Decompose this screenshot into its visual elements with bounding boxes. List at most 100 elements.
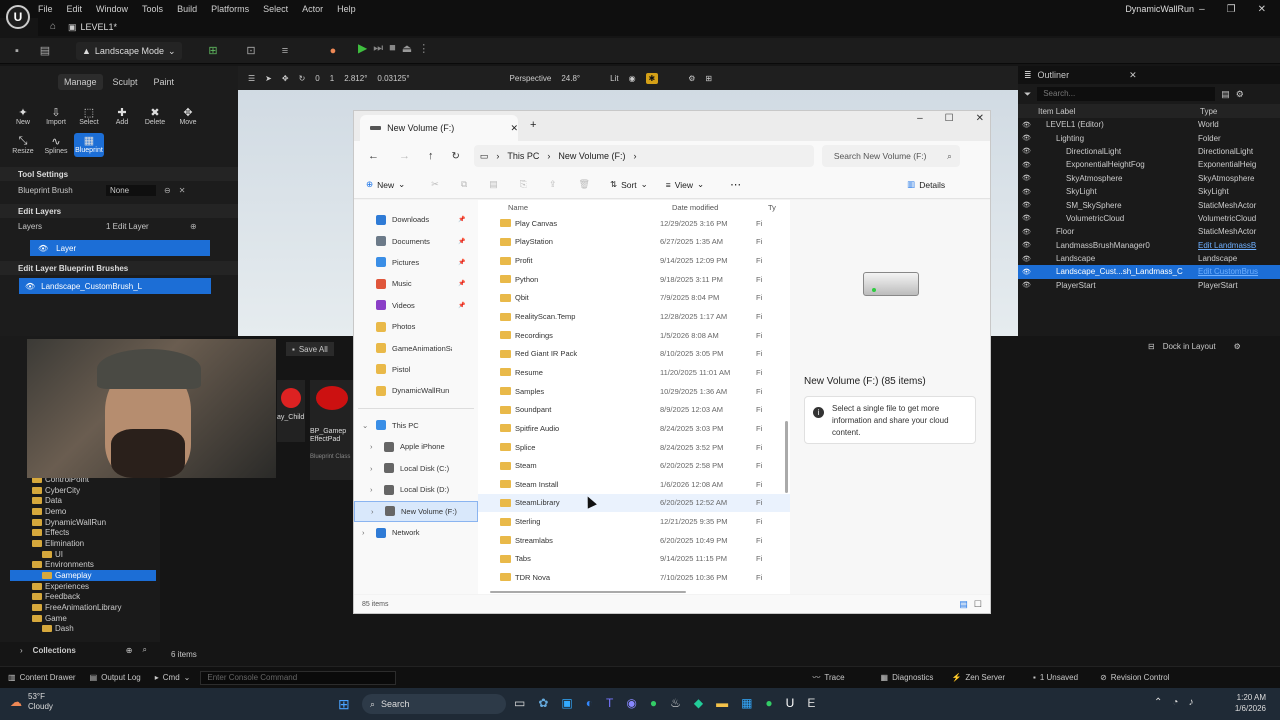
tool-splines[interactable]: ∿ Splines	[41, 135, 71, 155]
visibility-icon[interactable]: 👁	[1022, 147, 1036, 155]
trace-button[interactable]: 〰 Trace	[812, 672, 844, 683]
visibility-icon[interactable]: 👁	[1022, 255, 1036, 263]
menu-window[interactable]: Window	[96, 4, 128, 14]
asset-thumb-effectpad[interactable]: BP_Gamep EffectPad Blueprint Class	[310, 380, 353, 480]
file-explorer-icon[interactable]: ▬	[716, 696, 728, 710]
nav-item[interactable]: DynamicWallRun	[354, 380, 478, 401]
pc-tree-item[interactable]: › Local Disk (D:)	[354, 479, 478, 501]
tool-move[interactable]: ✥ Move	[173, 106, 203, 126]
step-icon[interactable]: ⏭	[373, 42, 383, 55]
search-collections-icon[interactable]: ⌕	[143, 645, 147, 655]
menu-file[interactable]: File	[38, 4, 53, 14]
select-mode-icon[interactable]: ➤	[265, 74, 272, 83]
menu-actor[interactable]: Actor	[302, 4, 323, 14]
file-row[interactable]: Recordings 1/5/2026 8:08 AM Fi	[478, 326, 790, 345]
close-tab-icon[interactable]: ✕	[510, 123, 518, 134]
outliner-row[interactable]: 👁 Landscape_Cust...sh_Landmass_C Edit Cust…	[1018, 265, 1280, 279]
grid-snap-value[interactable]: 0	[315, 74, 319, 83]
spotify-icon[interactable]: ●	[765, 696, 772, 710]
breadcrumb-this-pc[interactable]: This PC	[507, 151, 539, 161]
content-drawer-button[interactable]: ▥ Content Drawer	[8, 673, 76, 682]
copilot-icon[interactable]: ✿	[538, 696, 548, 710]
outliner-row[interactable]: 👁 DirectionalLight DirectionalLight	[1018, 145, 1280, 158]
pin-icon[interactable]: 📌	[458, 302, 465, 309]
stop-icon[interactable]: ■	[389, 42, 396, 54]
visibility-icon[interactable]: 👁	[1022, 268, 1036, 276]
add-folder-icon[interactable]: ▤	[1221, 89, 1230, 100]
file-row[interactable]: Resume 11/20/2025 11:01 AM Fi	[478, 363, 790, 382]
blueprint-brush-select[interactable]: None	[106, 185, 156, 196]
brush-item[interactable]: 👁 Landscape_CustomBrush_L	[19, 278, 211, 294]
details-button[interactable]: ▥ Details	[907, 179, 945, 190]
outliner-row[interactable]: 👁 LandmassBrushManager0 Edit LandmassB	[1018, 239, 1280, 252]
perspective-button[interactable]: Perspective	[510, 74, 552, 83]
nav-item[interactable]: Music 📌	[354, 273, 478, 294]
teams-icon[interactable]: T	[606, 696, 613, 710]
file-row[interactable]: Python 9/18/2025 3:11 PM Fi	[478, 270, 790, 289]
app-icon[interactable]: ◆	[694, 696, 703, 710]
pc-tree-item[interactable]: › Apple iPhone	[354, 436, 478, 458]
refresh-icon[interactable]: ↻	[452, 151, 460, 162]
nav-item[interactable]: Videos 📌	[354, 295, 478, 316]
outliner-row[interactable]: 👁 Landscape Landscape	[1018, 252, 1280, 265]
minimize-icon[interactable]: –	[1199, 4, 1205, 15]
browse-brush-icon[interactable]: ⊖	[164, 186, 171, 195]
lit-button[interactable]: Lit	[610, 74, 618, 83]
file-row[interactable]: Steam Install 1/6/2026 12:08 AM Fi	[478, 475, 790, 494]
outliner-settings-icon[interactable]: ⚙	[1236, 89, 1244, 100]
brush-visibility-icon[interactable]: 👁	[25, 282, 35, 291]
address-bar[interactable]: ▭ › This PC › New Volume (F:) ›	[473, 145, 814, 167]
visibility-icon[interactable]: 👁	[38, 244, 48, 253]
expand-chevron-icon[interactable]: ›	[371, 507, 379, 516]
photos-icon[interactable]: ▦	[741, 696, 752, 710]
pc-tree-item[interactable]: › New Volume (F:)	[354, 500, 478, 523]
outliner-row[interactable]: 👁 Floor StaticMeshActor	[1018, 225, 1280, 238]
visibility-icon[interactable]: 👁	[1022, 174, 1036, 182]
file-row[interactable]: SteamLibrary 6/20/2025 12:52 AM Fi	[478, 493, 790, 513]
file-row[interactable]: Qbit 7/9/2025 8:04 PM Fi	[478, 289, 790, 308]
close-icon[interactable]: ✕	[1258, 4, 1266, 15]
reset-brush-icon[interactable]: ✕	[179, 186, 186, 195]
expand-chevron-icon[interactable]: ›	[370, 485, 378, 494]
copy-icon[interactable]: ⧉	[461, 179, 467, 190]
folder-tree-item[interactable]: Environments	[10, 560, 156, 571]
outliner-row[interactable]: 👁 PlayerStart PlayerStart	[1018, 279, 1280, 292]
maximize-icon[interactable]: ❐	[1227, 4, 1236, 15]
col-date[interactable]: Date modified	[672, 203, 768, 212]
unsaved-button[interactable]: ▪ 1 Unsaved	[1033, 673, 1078, 682]
outliner-row[interactable]: 👁 SM_SkySphere StaticMeshActor	[1018, 198, 1280, 211]
file-row[interactable]: Spitfire Audio 8/24/2025 3:03 PM Fi	[478, 419, 790, 438]
tool-new[interactable]: ✦ New	[8, 106, 38, 126]
more-options-icon[interactable]: ⋮	[418, 42, 429, 55]
outliner-row[interactable]: 👁 LEVEL1 (Editor) World	[1018, 118, 1280, 131]
file-row[interactable]: Soundpant 8/9/2025 12:03 AM Fi	[478, 400, 790, 419]
nav-item[interactable]: Documents 📌	[354, 230, 478, 251]
menu-help[interactable]: Help	[337, 4, 356, 14]
folder-tree-item[interactable]: Demo	[10, 506, 156, 517]
browse-icon[interactable]: ▤	[38, 44, 52, 58]
col-type[interactable]: Type	[1200, 107, 1217, 116]
nav-item[interactable]: Downloads 📌	[354, 209, 478, 230]
task-view-icon[interactable]: ▭	[514, 696, 525, 710]
store-icon[interactable]: ▣	[561, 696, 572, 710]
sort-button[interactable]: ⇅ Sort ⌄	[610, 179, 648, 190]
outliner-row[interactable]: 👁 ExponentialHeightFog ExponentialHeig	[1018, 158, 1280, 171]
minimize-icon[interactable]: –	[917, 113, 923, 124]
network-icon[interactable]: ◔	[1172, 697, 1178, 708]
folder-tree-item[interactable]: Game	[10, 613, 156, 624]
realtime-icon[interactable]: ✱	[645, 72, 659, 84]
blueprints-icon[interactable]: ⊡	[244, 44, 258, 58]
asset-thumb-child[interactable]: ay_Child	[277, 380, 305, 442]
cinematics-icon[interactable]: ≡	[278, 44, 292, 58]
up-icon[interactable]: ↑	[428, 150, 434, 162]
add-collection-icon[interactable]: ⊕	[126, 646, 133, 655]
folder-tree-item[interactable]: Effects	[10, 527, 156, 538]
translate-icon[interactable]: ✥	[282, 74, 289, 83]
forward-icon[interactable]: →	[399, 150, 410, 162]
nav-item[interactable]: Pistol	[354, 359, 478, 380]
folder-tree-item[interactable]: FreeAnimationLibrary	[10, 602, 156, 613]
folder-tree-item[interactable]: CyberCity	[10, 485, 156, 496]
expand-chevron-icon[interactable]: ›	[370, 464, 378, 473]
file-row[interactable]: Profit 9/14/2025 12:09 PM Fi	[478, 251, 790, 270]
edit-layers-header[interactable]: Edit Layers	[0, 204, 238, 218]
